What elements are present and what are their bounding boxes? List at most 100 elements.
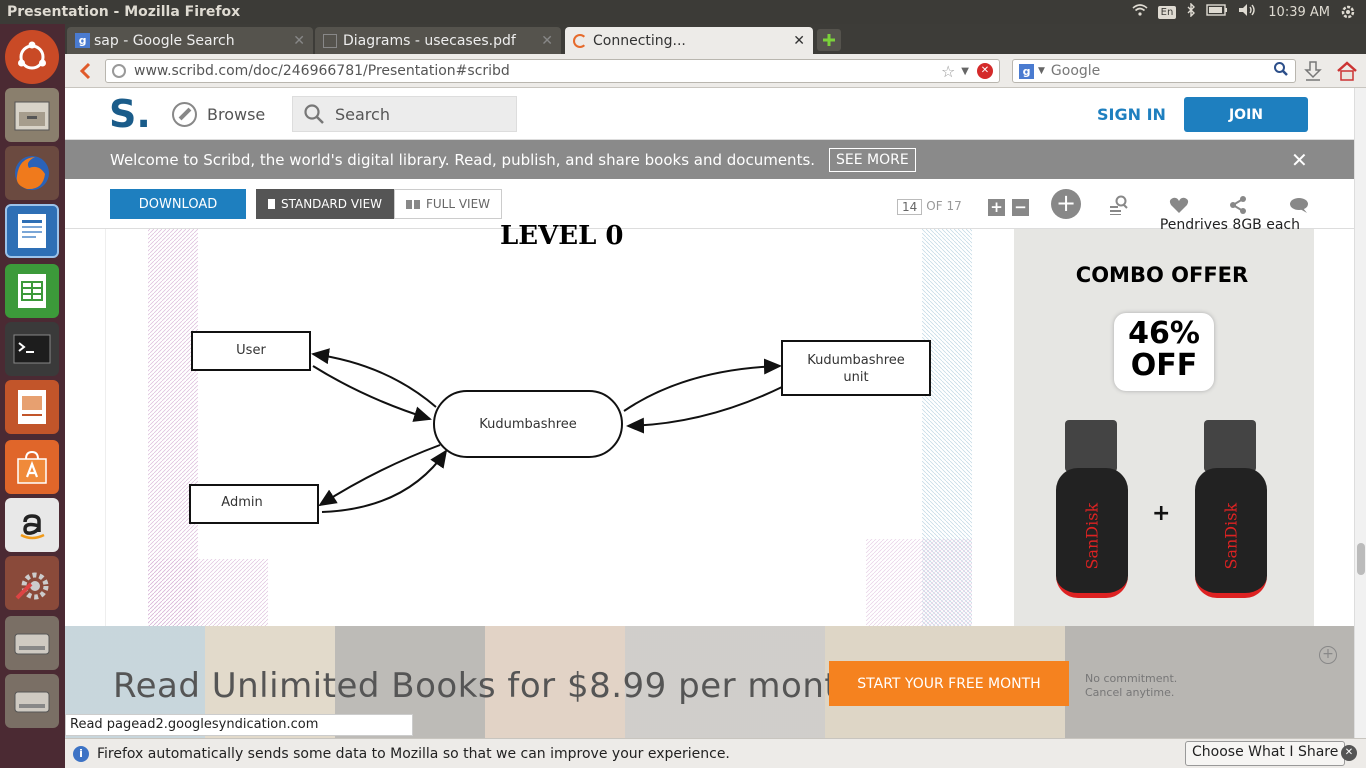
discount-badge: 46% OFF [1114,313,1214,391]
keyboard-language-indicator[interactable]: En [1157,5,1177,19]
ubuntu-dash-icon[interactable] [5,30,59,84]
page-icon [267,199,275,209]
welcome-text: Welcome to Scribd, the world's digital l… [110,150,816,169]
pendrive-brand-2: SanDisk [1221,502,1241,570]
discount-off: OFF [1130,348,1198,383]
tab-label: Connecting... [593,32,686,49]
volume-icon[interactable] [1238,3,1258,21]
bookmark-star-icon[interactable]: ☆ [941,62,955,81]
close-notification-icon[interactable]: ✕ [1341,745,1357,761]
wifi-icon[interactable] [1132,3,1148,21]
dropdown-arrow-icon[interactable]: ▼ [961,66,969,77]
standard-view-button[interactable]: STANDARD VIEW [256,189,394,219]
scrollbar-thumb[interactable] [1357,543,1365,575]
clock[interactable]: 10:39 AM [1268,5,1330,20]
download-button[interactable]: DOWNLOAD [110,189,246,219]
banner-expand-icon[interactable]: + [1319,646,1337,664]
zoom-out-button[interactable]: − [1012,199,1029,216]
pendrive-1: SanDisk [1056,420,1128,600]
back-button[interactable] [73,59,97,83]
downloads-button[interactable] [1301,59,1325,83]
join-button[interactable]: JOIN [1184,97,1308,132]
google-engine-icon[interactable]: g [1019,63,1034,79]
new-tab-button[interactable] [817,29,841,51]
plus-icon [823,34,835,46]
download-arrow-icon [1304,61,1322,81]
tab-label: sap - Google Search [94,32,235,49]
writer-icon[interactable] [5,204,59,258]
impress-icon[interactable] [5,380,59,434]
home-button[interactable] [1335,59,1359,83]
unity-launcher [0,24,65,768]
search-icon [304,104,324,124]
page-indicator: 14 OF 17 [897,199,962,215]
page-total: OF 17 [926,199,962,213]
browse-button[interactable]: Browse [172,102,265,127]
page-number-input[interactable]: 14 [897,199,923,215]
scribd-header: S. Browse Search SIGN IN JOIN [65,88,1354,140]
drive-icon-2[interactable] [5,674,59,728]
sidebar-ad[interactable]: Pendrives 8GB each COMBO OFFER 46% OFF S… [1014,217,1314,629]
tab-diagrams-pdf[interactable]: Diagrams - usecases.pdf ✕ [315,27,561,54]
kudumbashree-label: Kudumbashree [479,417,577,432]
add-button[interactable]: + [1051,189,1081,219]
user-label: User [236,343,266,358]
dropdown-arrow-icon[interactable]: ▼ [1038,66,1045,76]
info-icon: i [73,745,89,762]
close-tab-icon[interactable]: ✕ [793,33,805,49]
vertical-scrollbar[interactable] [1354,88,1366,738]
url-bar[interactable]: www.scribd.com/doc/246966781/Presentatio… [105,59,1000,83]
files-icon[interactable] [5,88,59,142]
system-settings-icon[interactable] [5,556,59,610]
url-text[interactable]: www.scribd.com/doc/246966781/Presentatio… [134,63,941,79]
comment-icon[interactable] [1289,197,1309,217]
scribd-search-box[interactable]: Search [292,96,517,132]
battery-icon[interactable] [1206,4,1228,20]
search-in-doc-icon[interactable] [1109,195,1129,219]
unit-label-line-1: Kudumbashree [807,353,905,368]
see-more-button[interactable]: SEE MORE [829,147,916,172]
two-pages-icon [405,199,420,209]
session-gear-icon[interactable] [1340,4,1356,24]
home-icon [1337,61,1357,81]
tab-connecting[interactable]: Connecting... ✕ [565,27,813,54]
full-view-label: FULL VIEW [425,197,491,211]
bluetooth-icon[interactable] [1186,2,1196,21]
choose-what-i-share-button[interactable]: Choose What I Share [1185,741,1346,766]
pdf-favicon-icon [323,33,337,48]
status-bar: Read pagead2.googlesyndication.com [65,714,413,736]
plus-sign: + [1152,501,1171,526]
banner-note-2: Cancel anytime. [1085,686,1175,699]
drive-icon[interactable] [5,616,59,670]
data-sharing-notification: i Firefox automatically sends some data … [65,738,1366,768]
calc-icon[interactable] [5,264,59,318]
standard-view-label: STANDARD VIEW [280,197,383,211]
terminal-icon[interactable] [5,322,59,376]
scribd-logo[interactable]: S. [109,92,151,136]
back-arrow-icon [79,62,91,80]
kudumbashree-unit-node [781,340,931,396]
window-title: Presentation - Mozilla Firefox [7,4,241,20]
sign-in-link[interactable]: SIGN IN [1097,105,1166,124]
google-favicon-icon: g [75,33,90,48]
start-free-month-button[interactable]: START YOUR FREE MONTH [829,661,1069,706]
search-bar[interactable]: g ▼ Google [1012,59,1296,83]
tab-sap-google-search[interactable]: g sap - Google Search ✕ [67,27,313,54]
heart-icon[interactable] [1169,196,1189,218]
pendrive-brand-1: SanDisk [1082,502,1102,570]
browse-label: Browse [207,105,266,124]
firefox-icon[interactable] [5,146,59,200]
close-welcome-icon[interactable]: ✕ [1291,148,1308,172]
magnifier-icon[interactable] [1273,61,1289,81]
close-tab-icon[interactable]: ✕ [293,33,305,49]
zoom-in-button[interactable]: + [988,199,1005,216]
stop-icon[interactable]: ✕ [977,63,993,79]
share-icon[interactable] [1229,196,1247,218]
document-heading: LEVEL 0 [500,221,624,251]
software-center-icon[interactable] [5,440,59,494]
full-view-button[interactable]: FULL VIEW [394,189,502,219]
tab-strip: g sap - Google Search ✕ Diagrams - useca… [65,24,1366,54]
close-tab-icon[interactable]: ✕ [541,33,553,49]
compass-icon [172,102,197,127]
amazon-icon[interactable] [5,498,59,552]
